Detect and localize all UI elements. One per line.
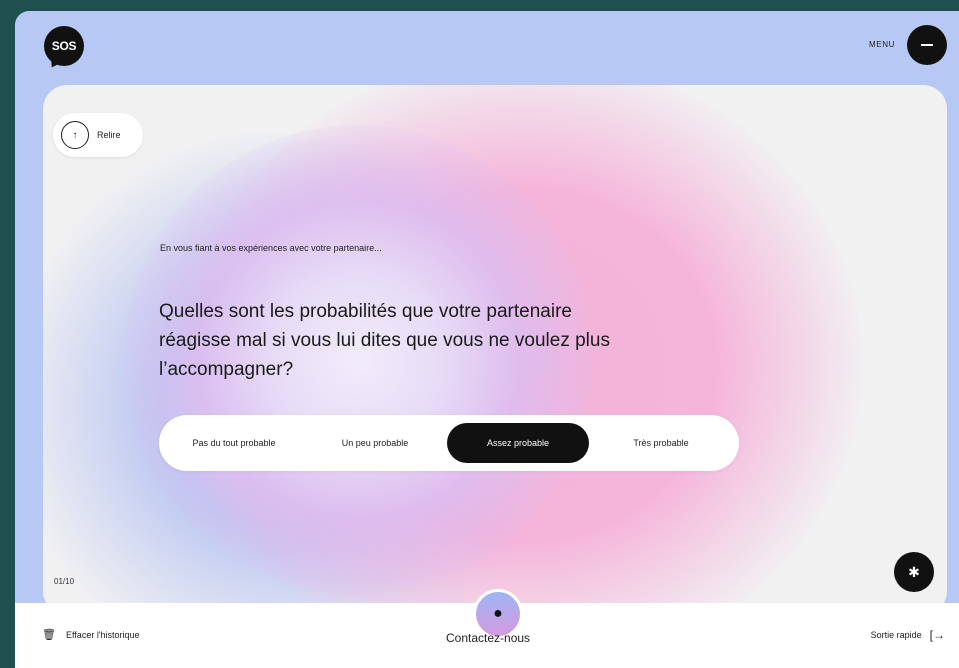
quick-exit-button[interactable]: Sortie rapide [→ xyxy=(871,628,945,642)
hamburger-icon xyxy=(921,44,933,46)
trash-icon: 🗑 xyxy=(42,629,56,641)
option-tres-probable[interactable]: Très probable xyxy=(589,423,733,463)
menu-label[interactable]: MENU xyxy=(869,40,895,49)
relire-label: Relire xyxy=(97,130,121,140)
accessibility-button[interactable]: ✱ xyxy=(894,552,934,592)
person-icon: ● xyxy=(493,605,503,622)
quick-exit-label: Sortie rapide xyxy=(870,630,922,640)
contact-label[interactable]: Contactez-nous xyxy=(446,631,530,645)
menu-button[interactable] xyxy=(907,25,947,65)
question-text: Quelles sont les probabilités que votre … xyxy=(159,301,610,380)
sos-logo[interactable]: SOS xyxy=(44,26,84,66)
app-frame: SOS MENU ↑ Relire En vous fiant à vos ex… xyxy=(15,11,959,668)
arrow-up-icon: ↑ xyxy=(61,121,89,149)
exit-icon: [→ xyxy=(929,628,945,642)
logo-text: SOS xyxy=(51,39,77,53)
option-un-peu-probable[interactable]: Un peu probable xyxy=(303,423,447,463)
option-assez-probable[interactable]: Assez probable xyxy=(447,423,589,463)
relire-button[interactable]: ↑ Relire xyxy=(53,113,143,157)
question-counter: 01/10 xyxy=(54,577,75,586)
answer-options: Pas du tout probable Un peu probable Ass… xyxy=(159,415,739,471)
accessibility-icon: ✱ xyxy=(908,563,920,580)
question-intro: En vous fiant à vos expériences avec vot… xyxy=(160,243,382,253)
question-card: ↑ Relire En vous fiant à vos expériences… xyxy=(43,85,947,615)
clear-history-label: Effacer l'historique xyxy=(65,629,140,640)
option-pas-du-tout-probable[interactable]: Pas du tout probable xyxy=(165,423,303,463)
clear-history-button[interactable]: 🗑 Effacer l'historique xyxy=(42,628,140,641)
